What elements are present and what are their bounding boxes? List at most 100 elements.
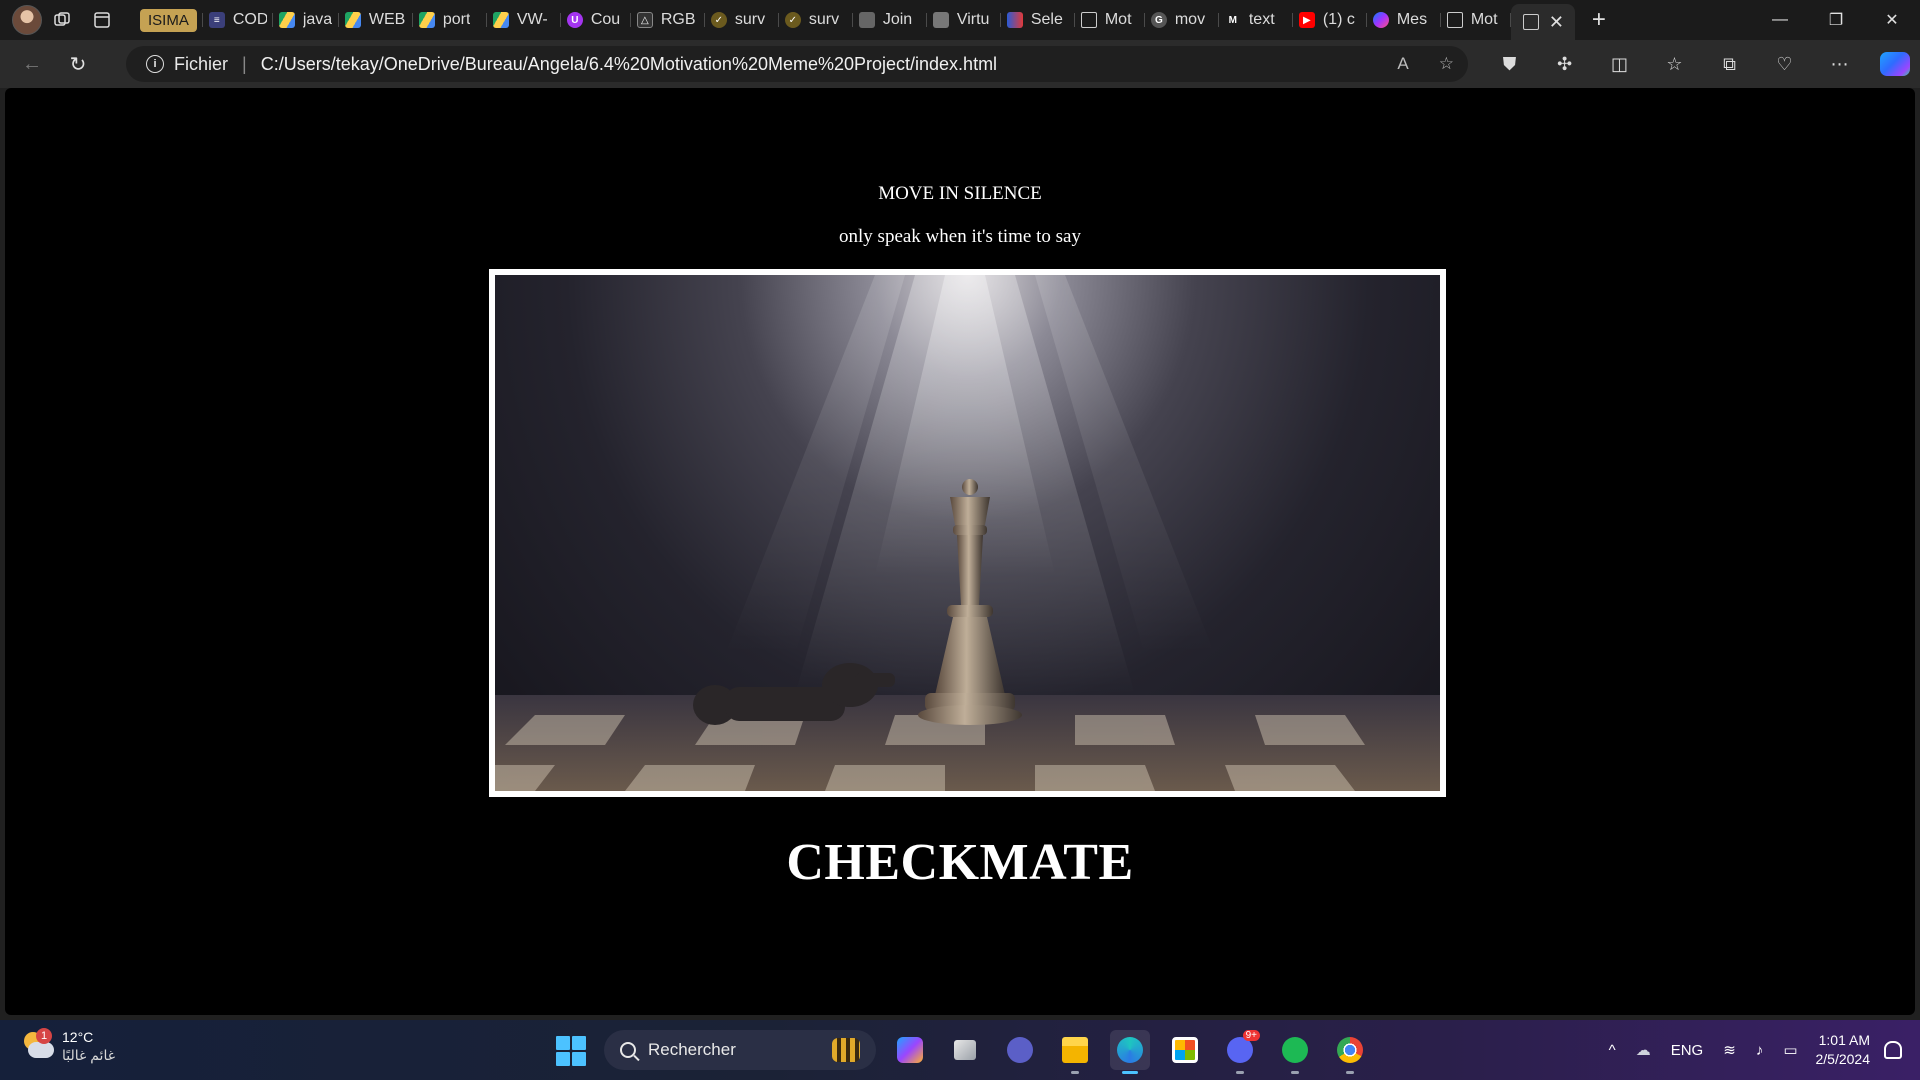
site-info-icon[interactable]: i — [146, 55, 164, 73]
tab-actions-icon[interactable] — [82, 0, 122, 40]
taskbar-app-spotify[interactable] — [1275, 1030, 1315, 1074]
extensions-icon[interactable]: ✣ — [1537, 40, 1592, 88]
site-icon — [858, 12, 875, 28]
drive-icon — [344, 12, 361, 28]
settings-more-icon[interactable]: ⋯ — [1812, 40, 1867, 88]
google-icon: G — [1150, 12, 1167, 28]
page-icon — [1080, 12, 1097, 28]
tab-active[interactable]: ✕ — [1510, 4, 1575, 40]
language-indicator[interactable]: ENG — [1671, 1042, 1704, 1059]
close-window-button[interactable]: ✕ — [1864, 0, 1920, 40]
tab[interactable]: U Cou — [561, 4, 631, 36]
discord-badge: 9+ — [1242, 1030, 1260, 1041]
taskbar: 1 12°C غائم غالبًا Rechercher 9+ ^ ☁ ENG… — [0, 1020, 1920, 1080]
start-tile — [572, 1052, 586, 1066]
tab-label: Virtu — [956, 11, 990, 28]
tab[interactable]: Sele — [1001, 4, 1075, 36]
tab-list: ISIMA ≡ COD java WEB port VW- U Cou △ RGB ✓… — [134, 0, 1617, 40]
start-button[interactable] — [556, 1036, 586, 1066]
volume-icon[interactable]: ♪ — [1756, 1042, 1764, 1059]
split-screen-icon[interactable]: ◫ — [1592, 40, 1647, 88]
youtube-icon: ▶ — [1298, 12, 1315, 28]
start-tile — [556, 1036, 570, 1050]
tab[interactable]: ▶ (1) c — [1293, 4, 1367, 36]
new-tab-button[interactable]: + — [1581, 2, 1617, 38]
shield-extension-icon[interactable]: ⛊ — [1482, 40, 1537, 88]
image-frame — [489, 269, 1446, 797]
close-tab-icon[interactable]: ✕ — [1549, 12, 1564, 33]
tab[interactable]: Mot — [1441, 4, 1511, 36]
tab-label: COD — [232, 11, 267, 28]
favorites-icon[interactable]: ☆ — [1647, 40, 1702, 88]
tab[interactable]: WEB — [339, 4, 413, 36]
tab[interactable]: Join — [853, 4, 927, 36]
weather-widget[interactable]: 1 12°C غائم غالبًا — [22, 1028, 115, 1064]
tab[interactable]: Mes — [1367, 4, 1441, 36]
restore-button[interactable]: ❐ — [1808, 0, 1864, 40]
tab[interactable]: java — [273, 4, 339, 36]
search-placeholder: Rechercher — [648, 1040, 736, 1059]
wifi-icon[interactable]: ≋ — [1723, 1041, 1736, 1059]
tab[interactable]: △ RGB — [631, 4, 705, 36]
copilot-button[interactable] — [1867, 40, 1920, 88]
collections-icon[interactable]: ⧉ — [1702, 40, 1757, 88]
taskbar-app-store[interactable] — [1165, 1030, 1205, 1070]
onedrive-error-icon[interactable]: ☁ — [1636, 1041, 1651, 1059]
clock[interactable]: 1:01 AM 2/5/2024 — [1816, 1031, 1871, 1069]
taskbar-app-chrome[interactable] — [1330, 1030, 1370, 1074]
site-icon — [932, 12, 949, 28]
taskbar-app-edge[interactable] — [1110, 1030, 1150, 1074]
weather-badge: 1 — [36, 1028, 52, 1044]
tab-label: VW- — [516, 11, 548, 28]
chrome-icon — [1337, 1037, 1363, 1063]
workspaces-icon[interactable] — [42, 0, 82, 40]
address-bar[interactable]: i Fichier | C:/Users/tekay/OneDrive/Bure… — [126, 46, 1468, 82]
weather-icon: 1 — [22, 1028, 54, 1060]
taskbar-app-discord[interactable]: 9+ — [1220, 1030, 1260, 1074]
battery-icon[interactable]: ▭ — [1783, 1041, 1797, 1059]
tab[interactable]: Mtext — [1219, 4, 1293, 36]
chat-icon — [1007, 1037, 1033, 1063]
taskbar-app-copilot[interactable] — [890, 1030, 930, 1070]
taskbar-app-teams[interactable] — [1000, 1030, 1040, 1070]
tab-label: surv — [808, 11, 840, 28]
taskbar-app-taskview[interactable] — [945, 1030, 985, 1070]
tab[interactable]: Virtu — [927, 4, 1001, 36]
task-view-icon — [954, 1040, 976, 1060]
start-tile — [556, 1052, 570, 1066]
profile-avatar[interactable] — [12, 5, 42, 35]
survey-icon: ✓ — [784, 12, 801, 28]
favorite-star-icon[interactable]: ☆ — [1439, 54, 1454, 74]
tab[interactable]: Mot — [1075, 4, 1145, 36]
window-controls: — ❐ ✕ — [1752, 0, 1920, 40]
folder-icon — [1062, 1037, 1088, 1063]
tab[interactable]: port — [413, 4, 487, 36]
copilot-icon — [1879, 52, 1910, 76]
search-icon — [620, 1042, 636, 1058]
minimize-button[interactable]: — — [1752, 0, 1808, 40]
show-hidden-icons-chevron[interactable]: ^ — [1609, 1042, 1616, 1059]
tab[interactable]: ✓ surv — [779, 4, 853, 36]
back-button[interactable]: ← — [10, 46, 54, 82]
tab-label: RGB — [660, 11, 696, 28]
survey-icon: ✓ — [710, 12, 727, 28]
taskbar-app-explorer[interactable] — [1055, 1030, 1095, 1074]
tab-label: Sele — [1030, 11, 1063, 28]
tab[interactable]: ≡ COD — [203, 4, 273, 36]
tab-strip: ISIMA ≡ COD java WEB port VW- U Cou △ RGB ✓… — [0, 0, 1920, 40]
drive-icon — [278, 12, 295, 28]
tab-group-label[interactable]: ISIMA — [134, 4, 203, 36]
system-tray: ^ ☁ ENG ≋ ♪ ▭ 1:01 AM 2/5/2024 — [1599, 1020, 1920, 1080]
edge-icon — [1117, 1037, 1143, 1063]
read-aloud-icon[interactable]: A — [1397, 54, 1408, 74]
reload-button[interactable]: ↻ — [56, 46, 100, 82]
search-highlight-icon — [832, 1038, 860, 1062]
tab[interactable]: VW- — [487, 4, 561, 36]
browser-essentials-icon[interactable]: ♡ — [1757, 40, 1812, 88]
notification-bell-icon[interactable] — [1884, 1041, 1902, 1059]
address-url[interactable]: C:/Users/tekay/OneDrive/Bureau/Angela/6.… — [261, 54, 997, 75]
taskbar-search[interactable]: Rechercher — [604, 1030, 876, 1070]
tab[interactable]: ✓ surv — [705, 4, 779, 36]
cloud-shape — [28, 1042, 54, 1058]
tab[interactable]: Gmov — [1145, 4, 1219, 36]
